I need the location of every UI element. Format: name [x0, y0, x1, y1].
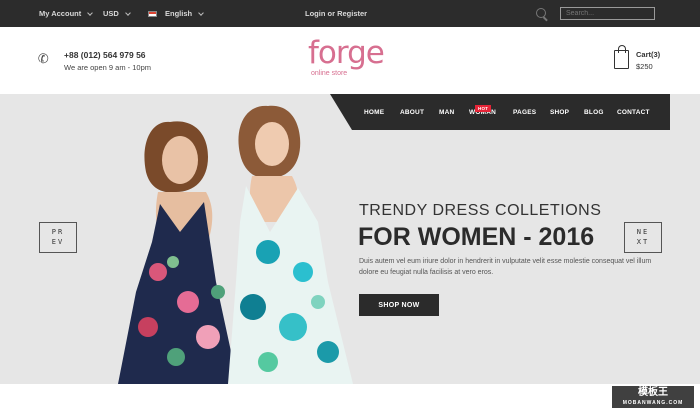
flag-icon — [148, 10, 157, 17]
hero-description: Duis autem vel eum iriure dolor in hendr… — [359, 258, 652, 276]
cart-total: $250 — [636, 62, 653, 71]
nav-blog[interactable]: BLOG — [584, 109, 604, 116]
chevron-down-icon — [125, 9, 131, 16]
nav-shop[interactable]: SHOP — [550, 109, 569, 116]
language-dropdown[interactable]: English — [148, 9, 204, 18]
search-icon[interactable] — [536, 8, 546, 18]
nav-home[interactable]: HOME — [364, 109, 384, 116]
nav-pages[interactable]: PAGES — [513, 109, 536, 116]
hot-badge: HOT — [475, 105, 492, 112]
hero-slider: HOME ABOUT MAN WOMAN HOT PAGES SHOP BLOG… — [0, 94, 700, 384]
opening-hours: We are open 9 am - 10pm — [64, 63, 151, 72]
nav-contact[interactable]: CONTACT — [617, 109, 650, 116]
nav-woman[interactable]: WOMAN HOT — [469, 105, 496, 116]
my-account-dropdown[interactable]: My Account — [39, 9, 94, 18]
nav-about[interactable]: ABOUT — [400, 109, 424, 116]
logo-subtitle: online store — [311, 70, 348, 77]
logo[interactable]: forge — [308, 38, 385, 69]
currency-dropdown[interactable]: USD — [103, 9, 131, 18]
next-slide-button[interactable]: NE XT — [624, 222, 662, 253]
language-label: English — [165, 9, 193, 18]
nav-man[interactable]: MAN — [439, 109, 454, 116]
hero-heading-line2: FOR WOMEN - 2016 — [358, 223, 595, 251]
top-bar: My Account USD English Login or Register — [0, 0, 700, 27]
watermark-title: 模板王 — [638, 387, 668, 398]
phone-number: +88 (012) 564 979 56 — [64, 50, 146, 60]
prev-slide-button[interactable]: PR EV — [39, 222, 77, 253]
login-register-link[interactable]: Login or Register — [305, 9, 367, 18]
watermark: 模板王 MOBANWANG.COM — [612, 386, 694, 408]
hero-models-image — [118, 105, 353, 384]
shopping-bag-icon[interactable] — [614, 45, 629, 69]
watermark-sub: MOBANWANG.COM — [622, 400, 684, 406]
shop-now-button[interactable]: SHOP NOW — [359, 294, 439, 316]
chevron-down-icon — [87, 9, 94, 16]
cart-label[interactable]: Cart(3) — [636, 50, 660, 59]
chevron-down-icon — [198, 9, 204, 16]
phone-icon: ✆ — [36, 50, 51, 67]
hero-heading-line1: TRENDY DRESS COLLETIONS — [359, 202, 602, 219]
currency-label: USD — [103, 9, 119, 18]
my-account-label: My Account — [39, 9, 82, 18]
main-nav: HOME ABOUT MAN WOMAN HOT PAGES SHOP BLOG… — [330, 94, 670, 130]
search-input[interactable] — [560, 7, 655, 20]
header: ✆ +88 (012) 564 979 56 We are open 9 am … — [0, 27, 700, 94]
